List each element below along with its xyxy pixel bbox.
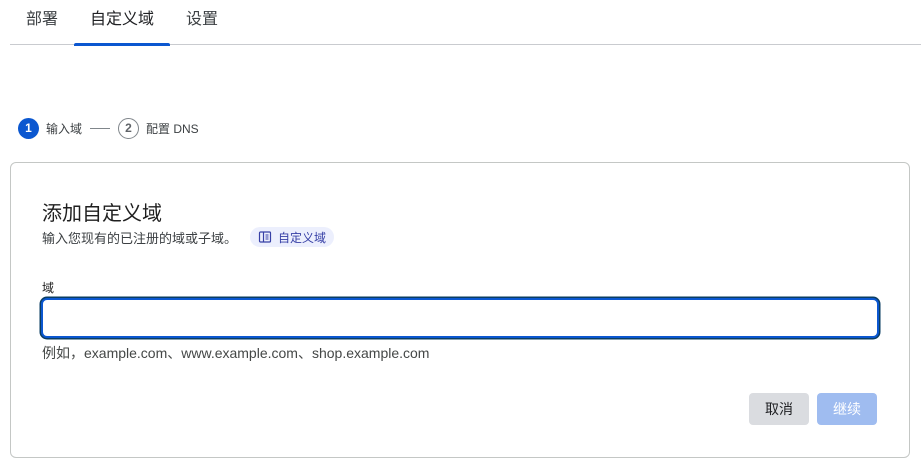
step-connector [90, 127, 111, 129]
card-title: 添加自定义域 [42, 203, 162, 225]
tab-custom-domain[interactable]: 自定义域 [74, 0, 170, 46]
step-2-label: 配置 DNS [146, 121, 199, 136]
help-chip-label: 自定义域 [278, 230, 327, 245]
cancel-button[interactable]: 取消 [749, 393, 809, 425]
step-2-indicator: 2 [118, 117, 140, 139]
add-domain-card: 添加自定义域 输入您现有的已注册的域或子域。 自定义域 域 例如，example… [10, 162, 910, 458]
continue-button[interactable]: 继续 [817, 393, 877, 425]
domain-input[interactable] [41, 298, 879, 338]
stepper: 1 输入域 2 配置 DNS [18, 117, 199, 139]
domain-field-label: 域 [42, 281, 55, 295]
card-description: 输入您现有的已注册的域或子域。 [42, 230, 238, 246]
step-1-label: 输入域 [46, 121, 83, 136]
tab-bar: 部署 自定义域 设置 [10, 0, 921, 46]
book-icon [258, 230, 272, 244]
tab-deploy[interactable]: 部署 [26, 0, 58, 45]
step-1-indicator: 1 [18, 117, 39, 139]
domain-field-hint: 例如，example.com、www.example.com、shop.exam… [42, 345, 430, 361]
custom-domain-help-chip[interactable]: 自定义域 [250, 227, 335, 247]
card-description-row: 输入您现有的已注册的域或子域。 自定义域 [42, 226, 335, 248]
tab-settings[interactable]: 设置 [186, 0, 218, 45]
